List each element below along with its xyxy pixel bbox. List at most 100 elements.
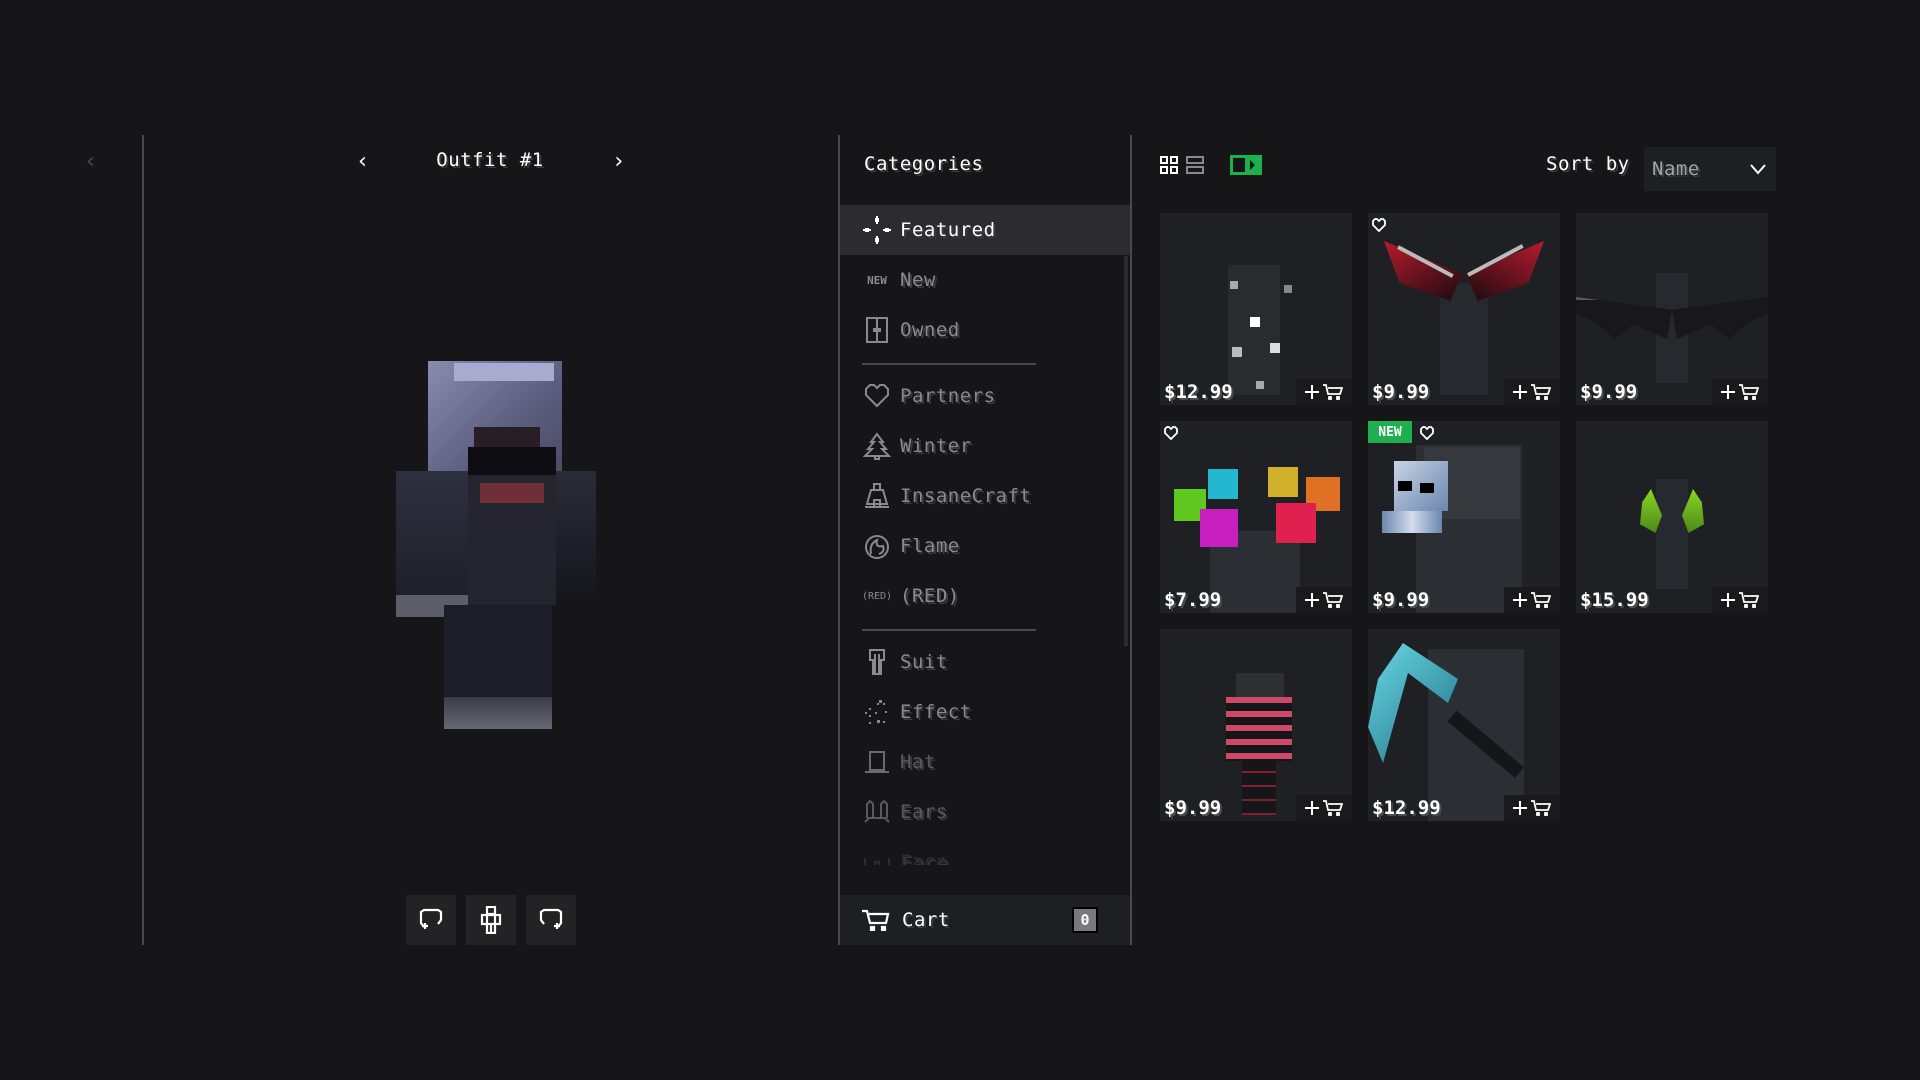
category-featured[interactable]: Featured [840,205,1130,255]
flame-icon [862,531,892,561]
cart-button[interactable]: Cart 0 [840,895,1130,945]
category-red[interactable]: (RED) (RED) [840,571,1130,621]
cart-icon [862,905,892,935]
category-label: Hat [900,751,936,773]
product-price: $9.99 [1372,381,1430,403]
category-effect[interactable]: Effect [840,687,1130,737]
character-boots [444,697,552,729]
favorite-button[interactable] [1164,425,1178,444]
product-card[interactable]: $15.99 [1576,421,1768,613]
add-to-cart-button[interactable] [1712,587,1768,613]
category-insanecraft[interactable]: InsaneCraft [840,471,1130,521]
product-preview-ice-pet [1368,421,1560,613]
cart-icon [1531,800,1551,816]
category-label: Featured [900,219,996,241]
favorite-button[interactable] [1420,425,1434,444]
heart-icon [1420,426,1434,441]
product-card[interactable]: $9.99 [1160,629,1352,821]
prev-outfit-button[interactable]: ‹ [356,149,369,174]
wardrobe-icon [862,315,892,345]
character-preview[interactable] [388,347,596,737]
preview-toggle-button[interactable] [1230,155,1262,175]
cart-count-badge: 0 [1072,907,1098,933]
rotate-right-button[interactable] [526,895,576,945]
category-separator [862,629,1036,631]
chevron-left-icon: ‹ [356,149,370,174]
category-flame[interactable]: Flame [840,521,1130,571]
category-owned[interactable]: Owned [840,305,1130,355]
category-partners[interactable]: Partners [840,371,1130,421]
rotate-left-button[interactable] [406,895,456,945]
product-card[interactable]: $9.99 [1368,213,1560,405]
plus-icon [1513,801,1527,815]
category-ears[interactable]: Ears [840,787,1130,837]
character-arm-right [556,471,596,601]
outfit-controls [406,895,576,945]
product-card[interactable]: $12.99 [1368,629,1560,821]
hat-icon [862,747,892,777]
category-face[interactable]: Face [840,837,1130,865]
character-icon [480,906,502,934]
sort-dropdown[interactable]: Name [1644,147,1776,191]
plus-icon [1305,801,1319,815]
heart-icon [1164,426,1178,441]
chevron-down-icon [1750,164,1766,175]
product-price: $9.99 [1164,797,1222,819]
list-view-button[interactable] [1186,156,1204,174]
add-to-cart-button[interactable] [1296,379,1352,405]
category-winter[interactable]: Winter [840,421,1130,471]
sort-value: Name [1652,158,1700,180]
next-outfit-button[interactable]: › [612,149,625,174]
category-new[interactable]: NEW New [840,255,1130,305]
panel-divider [142,135,144,945]
outfit-title: Outfit #1 [436,149,544,171]
category-label: Effect [900,701,972,723]
plus-icon [1721,385,1735,399]
rotate-left-icon [419,908,443,929]
product-preview-leaf-wings [1576,421,1768,613]
product-card[interactable]: $12.99 [1160,213,1352,405]
category-label: Partners [900,385,996,407]
cart-icon [1323,592,1343,608]
product-card[interactable]: NEW $9.99 [1368,421,1560,613]
category-hat[interactable]: Hat [840,737,1130,787]
add-to-cart-button[interactable] [1504,379,1560,405]
plus-icon [1305,593,1319,607]
tree-icon [862,431,892,461]
plus-icon [1513,385,1527,399]
new-badge: NEW [1368,421,1412,443]
cart-icon [1531,592,1551,608]
effect-sparkle-icon [862,697,892,727]
categories-scrollbar[interactable] [1124,256,1128,646]
product-preview-color-cubes [1160,421,1352,613]
product-preview-sparkle-effect [1160,213,1352,405]
category-label: Flame [900,535,960,557]
cart-icon [1323,800,1343,816]
preview-toggle-icon [1230,155,1262,175]
pose-button[interactable] [466,895,516,945]
favorite-button[interactable] [1372,217,1386,236]
heart-icon [862,381,892,411]
character-collar [480,483,544,503]
category-suit[interactable]: Suit [840,637,1130,687]
chevron-left-icon: ‹ [84,149,98,174]
insanecraft-icon [862,481,892,511]
product-card[interactable]: $7.99 [1160,421,1352,613]
add-to-cart-button[interactable] [1712,379,1768,405]
collapse-back-button[interactable]: ‹ [84,149,97,174]
grid-view-button[interactable] [1160,156,1178,174]
product-card[interactable]: $9.99 [1576,213,1768,405]
red-text-icon: (RED) [861,590,893,602]
add-to-cart-button[interactable] [1296,587,1352,613]
product-price: $15.99 [1580,589,1649,611]
character-hair-top [454,363,554,381]
add-to-cart-button[interactable] [1504,795,1560,821]
ears-icon [862,797,892,827]
add-to-cart-button[interactable] [1296,795,1352,821]
category-label: New [900,269,936,291]
plus-icon [1721,593,1735,607]
heart-icon [1372,218,1386,233]
product-preview-crimson-wings [1368,213,1560,405]
add-to-cart-button[interactable] [1504,587,1560,613]
categories-panel: Categories Featured NEW New Owned Partne… [838,135,1132,945]
